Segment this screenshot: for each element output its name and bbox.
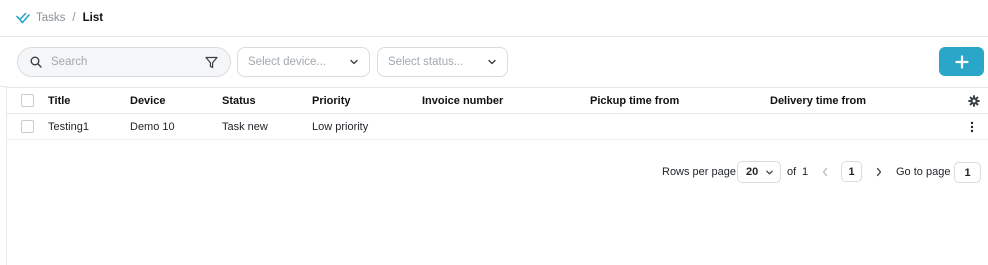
rows-per-page-select[interactable]: 20 bbox=[737, 161, 781, 183]
device-select[interactable]: Select device... bbox=[237, 47, 370, 77]
column-header-device[interactable]: Device bbox=[130, 88, 165, 113]
cell-priority: Low priority bbox=[312, 120, 369, 133]
rows-per-page-value: 20 bbox=[746, 166, 759, 178]
status-select-placeholder: Select status... bbox=[388, 56, 464, 68]
previous-page-button[interactable] bbox=[821, 160, 829, 184]
chevron-down-icon bbox=[487, 57, 497, 67]
of-label: of bbox=[787, 166, 797, 178]
breadcrumb-separator: / bbox=[72, 12, 76, 24]
column-header-title[interactable]: Title bbox=[48, 88, 70, 113]
rows-per-page-label: Rows per page bbox=[662, 166, 736, 178]
filter-icon[interactable] bbox=[205, 56, 218, 69]
table-row[interactable]: Testing1 Demo 10 Task new Low priority bbox=[6, 114, 988, 140]
select-all-checkbox-cell[interactable] bbox=[21, 88, 34, 113]
cell-device: Demo 10 bbox=[130, 120, 175, 133]
breadcrumb-current: List bbox=[82, 12, 104, 24]
search-icon bbox=[30, 56, 42, 68]
double-check-icon bbox=[16, 11, 30, 25]
select-all-checkbox[interactable] bbox=[21, 94, 34, 107]
column-header-priority[interactable]: Priority bbox=[312, 88, 351, 113]
go-to-page-input[interactable]: 1 bbox=[954, 162, 981, 183]
breadcrumb: Tasks / List bbox=[0, 0, 988, 37]
column-header-pickup-time-from[interactable]: Pickup time from bbox=[590, 88, 679, 113]
next-page-button[interactable] bbox=[875, 160, 883, 184]
chevron-right-icon bbox=[875, 167, 883, 177]
chevron-left-icon bbox=[821, 167, 829, 177]
plus-icon bbox=[954, 54, 969, 69]
column-header-delivery-time-from[interactable]: Delivery time from bbox=[770, 88, 866, 113]
column-header-status[interactable]: Status bbox=[222, 88, 256, 113]
go-to-page-label: Go to page bbox=[896, 166, 951, 178]
more-vertical-icon[interactable] bbox=[969, 114, 975, 139]
row-checkbox-cell[interactable] bbox=[21, 114, 34, 139]
chevron-down-icon bbox=[765, 168, 774, 177]
cell-title: Testing1 bbox=[48, 120, 89, 133]
search-box[interactable] bbox=[17, 47, 231, 77]
gear-icon[interactable] bbox=[968, 88, 980, 113]
breadcrumb-root-link[interactable]: Tasks bbox=[36, 12, 65, 24]
column-header-invoice-number[interactable]: Invoice number bbox=[422, 88, 503, 113]
status-select[interactable]: Select status... bbox=[377, 47, 508, 77]
row-checkbox[interactable] bbox=[21, 120, 34, 133]
device-select-placeholder: Select device... bbox=[248, 56, 326, 68]
total-pages: 1 bbox=[802, 166, 809, 178]
current-page-button[interactable]: 1 bbox=[841, 161, 862, 182]
table-header: Title Device Status Priority Invoice num… bbox=[6, 87, 988, 114]
search-input[interactable] bbox=[51, 56, 205, 68]
chevron-down-icon bbox=[349, 57, 359, 67]
add-task-button[interactable] bbox=[939, 47, 984, 76]
cell-status: Task new bbox=[222, 120, 268, 133]
